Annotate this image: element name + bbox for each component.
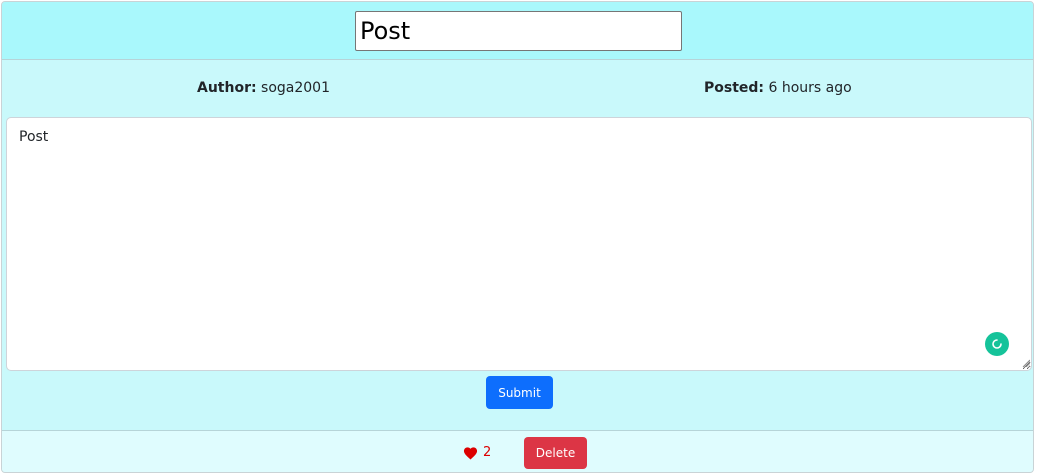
- post-footer: 2 Delete: [2, 430, 1033, 472]
- posted-label: Posted:: [704, 80, 765, 96]
- post-header: [2, 2, 1033, 60]
- posted-info: Posted: 6 hours ago: [704, 80, 852, 96]
- heart-icon: [463, 446, 478, 459]
- like-button[interactable]: 2: [463, 445, 491, 460]
- delete-button[interactable]: Delete: [524, 437, 587, 469]
- author-name: soga2001: [261, 80, 331, 96]
- post-body-textarea[interactable]: Post: [6, 117, 1032, 371]
- submit-button[interactable]: Submit: [486, 376, 553, 409]
- author-label: Author:: [197, 80, 257, 96]
- resize-handle-icon[interactable]: [1022, 359, 1030, 367]
- post-title-input[interactable]: [355, 11, 682, 51]
- like-count: 2: [483, 445, 492, 460]
- posted-time: 6 hours ago: [768, 80, 852, 96]
- post-card: Author: soga2001 Posted: 6 hours ago Pos…: [1, 1, 1034, 473]
- author-info: Author: soga2001: [197, 80, 330, 96]
- grammarly-badge-icon[interactable]: [985, 332, 1009, 356]
